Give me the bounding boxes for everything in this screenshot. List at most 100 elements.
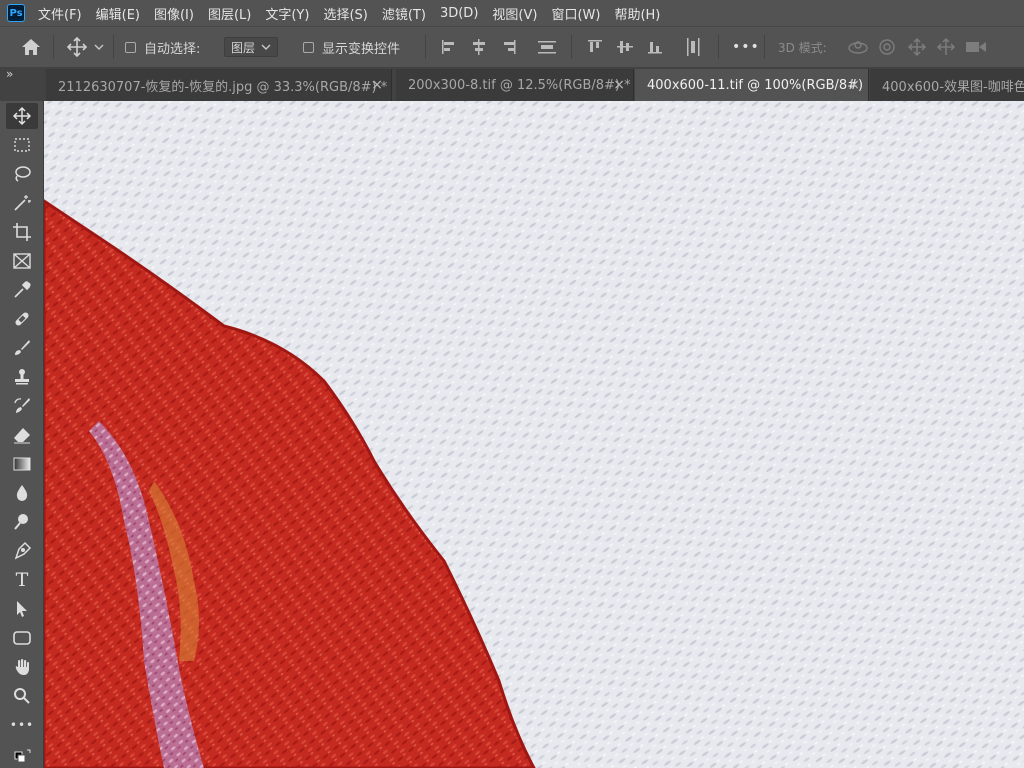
menu-select[interactable]: 选择(S) — [323, 4, 367, 23]
move-tool-preset-button[interactable] — [66, 27, 104, 67]
align-top-icon — [588, 40, 602, 52]
slide-icon — [936, 37, 956, 55]
document-canvas[interactable] — [44, 101, 1024, 768]
align-center-icon — [473, 39, 485, 55]
menu-image[interactable]: 图像(I) — [154, 4, 194, 23]
magic-wand-tool[interactable] — [6, 190, 38, 216]
pen-tool[interactable] — [6, 538, 38, 564]
path-selection-tool[interactable] — [6, 596, 38, 622]
tab-label: 200x300-8.tif @ 12.5%(RGB/8#) * — [408, 77, 631, 93]
menu-help[interactable]: 帮助(H) — [614, 4, 660, 23]
menu-type[interactable]: 文字(Y) — [265, 4, 309, 23]
tab-label: 2112630707-恢复的-恢复的.jpg @ 33.3%(RGB/8#) * — [58, 79, 388, 95]
auto-select-label: 自动选择: — [144, 41, 201, 57]
home-icon — [22, 39, 40, 55]
menu-3d[interactable]: 3D(D) — [440, 6, 478, 21]
options-bar: 自动选择: 图层 显示变换控件 ••• 3D 模式: — [0, 26, 1024, 67]
3d-pan-button[interactable] — [906, 27, 928, 67]
show-transform-label: 显示变换控件 — [322, 41, 401, 57]
menu-layer[interactable]: 图层(L) — [208, 4, 251, 23]
rectangle-tool[interactable] — [6, 625, 38, 651]
options-separator — [718, 35, 719, 59]
align-right-button[interactable] — [500, 27, 518, 67]
crop-tool[interactable] — [6, 219, 38, 245]
document-tab-4[interactable]: 400x600-效果图-咖啡色 — [870, 69, 1024, 101]
document-tab-1[interactable]: 2112630707-恢复的-恢复的.jpg @ 33.3%(RGB/8#) *… — [46, 69, 392, 101]
marquee-icon — [14, 138, 30, 152]
options-separator — [571, 35, 572, 59]
magnifier-icon — [14, 688, 30, 704]
3d-orbit-button[interactable] — [847, 27, 869, 67]
menu-edit[interactable]: 编辑(E) — [96, 4, 140, 23]
menu-bar: Ps 文件(F) 编辑(E) 图像(I) 图层(L) 文字(Y) 选择(S) 滤… — [0, 0, 1024, 26]
menu-filter[interactable]: 滤镜(T) — [382, 4, 426, 23]
history-brush-tool[interactable] — [6, 393, 38, 419]
layer-select-dropdown[interactable]: 图层 — [224, 37, 279, 57]
checkbox-box[interactable] — [125, 41, 136, 53]
brush-tool[interactable] — [6, 335, 38, 361]
options-separator — [113, 35, 114, 59]
type-tool[interactable]: T — [6, 567, 38, 593]
dodge-tool[interactable] — [6, 509, 38, 535]
close-icon[interactable]: × — [371, 77, 383, 93]
3d-mode-label-wrap: 3D 模式: — [778, 27, 827, 67]
align-center-button[interactable] — [470, 27, 488, 67]
gradient-tool[interactable] — [6, 451, 38, 477]
edit-toolbar-button[interactable]: ••• — [6, 715, 38, 735]
align-left-button[interactable] — [440, 27, 458, 67]
eraser-icon — [14, 428, 30, 444]
frame-tool[interactable] — [6, 248, 38, 274]
more-options-button[interactable]: ••• — [732, 27, 760, 67]
document-tab-2[interactable]: 200x300-8.tif @ 12.5%(RGB/8#) * × — [396, 69, 634, 101]
healing-brush-tool[interactable] — [6, 306, 38, 332]
close-icon[interactable]: × — [613, 77, 625, 93]
close-icon[interactable]: × — [848, 77, 860, 93]
layer-select-value: 图层 — [231, 40, 256, 55]
distribute-icon — [538, 41, 556, 54]
brush-icon — [15, 340, 30, 355]
eraser-tool[interactable] — [6, 422, 38, 448]
align-top-button[interactable] — [586, 27, 604, 67]
distribute-vertical-button[interactable] — [684, 27, 702, 67]
3d-roll-button[interactable] — [877, 27, 897, 67]
tools-panel: T ••• — [0, 101, 44, 768]
marquee-tool[interactable] — [6, 132, 38, 158]
menu-window[interactable]: 窗口(W) — [551, 4, 600, 23]
clone-stamp-tool[interactable] — [6, 364, 38, 390]
hand-icon — [15, 659, 29, 675]
eyedropper-tool[interactable] — [6, 277, 38, 303]
distribute-button[interactable] — [537, 27, 557, 67]
menu-view[interactable]: 视图(V) — [492, 4, 537, 23]
magic-wand-icon — [14, 195, 31, 211]
chevron-down-icon — [94, 44, 104, 50]
hand-tool[interactable] — [6, 654, 38, 680]
move-tool[interactable] — [6, 103, 38, 129]
blur-tool[interactable] — [6, 480, 38, 506]
color-swatches[interactable] — [6, 746, 38, 768]
auto-select-checkbox[interactable]: 自动选择: — [125, 27, 200, 67]
chevron-down-icon — [261, 44, 271, 50]
history-brush-icon — [14, 398, 30, 413]
3d-camera-button[interactable] — [965, 27, 987, 67]
align-right-icon — [504, 40, 516, 54]
document-tab-3-active[interactable]: 400x600-11.tif @ 100%(RGB/8#) × — [635, 69, 869, 101]
options-separator — [764, 35, 765, 59]
align-bottom-button[interactable] — [646, 27, 664, 67]
checkbox-box[interactable] — [303, 41, 314, 53]
lasso-tool[interactable] — [6, 161, 38, 187]
menu-file[interactable]: 文件(F) — [38, 4, 82, 23]
home-button[interactable] — [20, 27, 42, 67]
options-separator — [425, 35, 426, 59]
panel-toggle-icon[interactable]: » — [6, 67, 13, 81]
photoshop-logo-icon[interactable]: Ps — [7, 4, 25, 22]
align-middle-button[interactable] — [616, 27, 634, 67]
options-separator — [53, 35, 54, 59]
tab-label: 400x600-效果图-咖啡色 — [882, 79, 1024, 95]
ellipsis-icon: ••• — [9, 718, 35, 732]
type-icon: T — [15, 569, 29, 591]
tab-label: 400x600-11.tif @ 100%(RGB/8#) — [647, 77, 864, 93]
zoom-tool[interactable] — [6, 683, 38, 709]
show-transform-checkbox[interactable]: 显示变换控件 — [303, 27, 400, 67]
3d-slide-button[interactable] — [935, 27, 957, 67]
gradient-icon — [13, 457, 31, 471]
